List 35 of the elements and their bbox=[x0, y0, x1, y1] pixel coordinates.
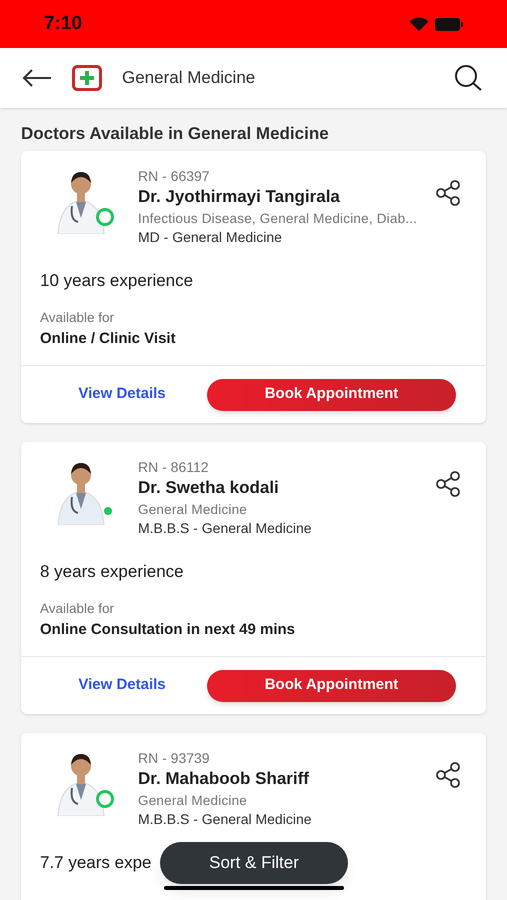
share-icon[interactable] bbox=[435, 179, 461, 207]
doctor-specialities: General Medicine bbox=[138, 501, 248, 519]
book-appointment-button[interactable]: Book Appointment bbox=[207, 378, 456, 410]
availability-label: Available for bbox=[40, 309, 116, 327]
sort-filter-button[interactable]: Sort & Filter bbox=[160, 842, 348, 884]
share-icon[interactable] bbox=[435, 470, 461, 498]
doctor-degree: M.B.B.S - General Medicine bbox=[138, 519, 313, 538]
doctor-degree: M.B.B.S - General Medicine bbox=[138, 810, 313, 829]
experience-text: 8 years experience bbox=[40, 561, 184, 583]
doctor-degree: MD - General Medicine bbox=[138, 228, 283, 247]
availability-label: Available for bbox=[40, 600, 116, 618]
view-details-link[interactable]: View Details bbox=[51, 674, 193, 697]
experience-text: 10 years experience bbox=[40, 270, 194, 292]
back-arrow-icon[interactable] bbox=[22, 68, 52, 88]
doctor-name: Dr. Jyothirmayi Tangirala bbox=[138, 186, 340, 208]
availability-value: Online / Clinic Visit bbox=[40, 329, 177, 349]
doctor-specialities: Infectious Disease, General Medicine, Diab... bbox=[138, 210, 418, 228]
section-title: Doctors Available in General Medicine bbox=[21, 123, 330, 145]
book-appointment-button[interactable]: Book Appointment bbox=[207, 670, 456, 702]
search-icon[interactable] bbox=[454, 64, 484, 92]
doctor-specialities: General Medicine bbox=[138, 792, 248, 810]
experience-text: 7.7 years expe bbox=[40, 852, 152, 874]
wifi-icon bbox=[409, 16, 429, 32]
medical-cross-icon bbox=[72, 65, 102, 91]
header-title: General Medicine bbox=[122, 67, 256, 90]
registration-number: RN - 93739 bbox=[138, 749, 211, 767]
registration-number: RN - 66397 bbox=[138, 167, 211, 185]
status-time: 7:10 bbox=[44, 12, 82, 36]
doctor-name: Dr. Swetha kodali bbox=[138, 477, 279, 499]
registration-number: RN - 86112 bbox=[138, 458, 210, 476]
share-icon[interactable] bbox=[435, 761, 461, 789]
view-details-link[interactable]: View Details bbox=[51, 383, 193, 406]
battery-icon bbox=[435, 18, 463, 30]
availability-value: Online Consultation in next 49 mins bbox=[40, 620, 296, 640]
doctor-name: Dr. Mahaboob Shariff bbox=[138, 768, 309, 790]
